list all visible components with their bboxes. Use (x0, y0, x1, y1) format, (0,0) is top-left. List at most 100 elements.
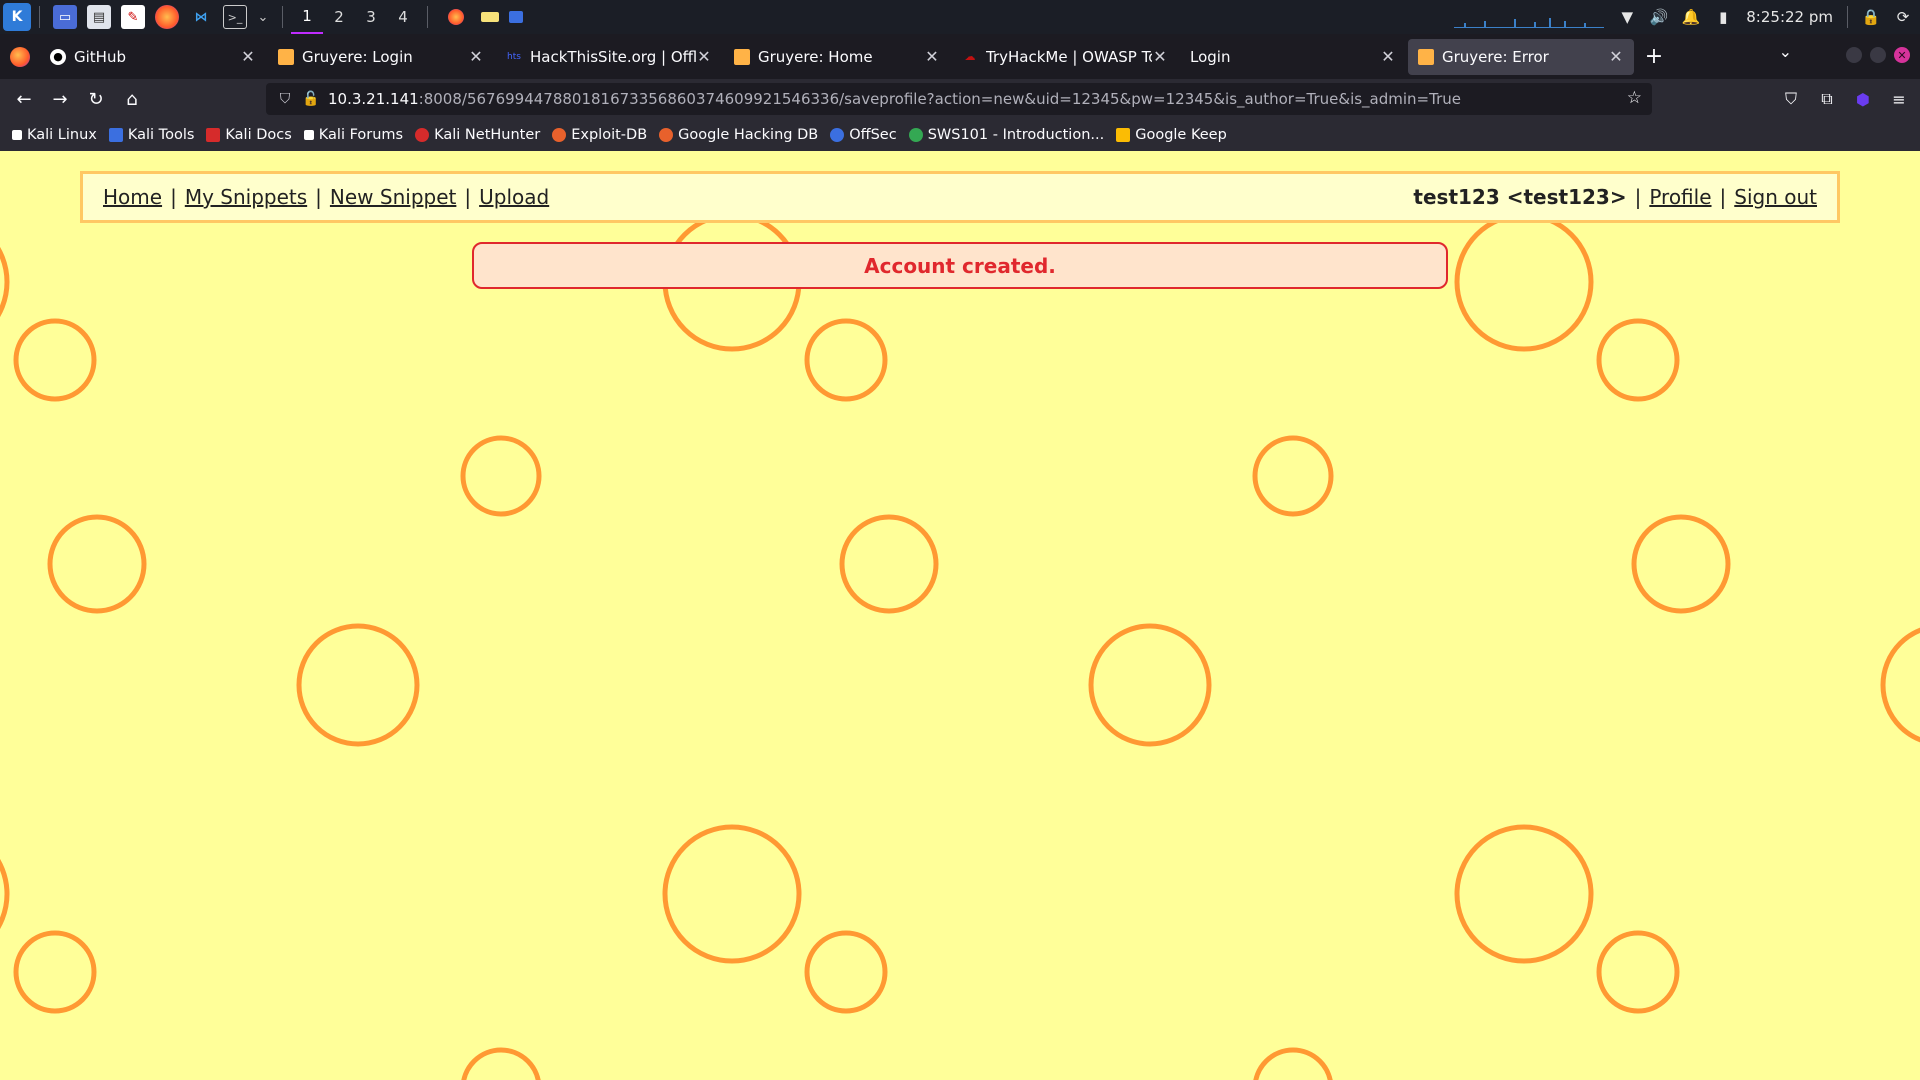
url-host: 10.3.21.141 (328, 90, 419, 108)
workspace-4[interactable]: 4 (387, 0, 419, 34)
tab-title: Gruyere: Login (302, 47, 413, 66)
power-icon[interactable]: ⟳ (1894, 8, 1912, 26)
my-snippets-link[interactable]: My Snippets (185, 185, 307, 209)
home-icon[interactable]: ⌂ (114, 83, 150, 115)
extensions-icon[interactable]: ⧉ (1816, 83, 1838, 115)
os-top-panel: K ▭ ▤ ✎ ⋈ >_ ⌄ 1 2 3 4 ▼ 🔊 🔔 ▮ 8:25:22 p… (0, 0, 1920, 34)
workspace-1[interactable]: 1 (291, 0, 323, 34)
upload-link[interactable]: Upload (479, 185, 549, 209)
menu-separator: | (464, 185, 472, 209)
pocket-icon[interactable]: ⛉ (1780, 83, 1802, 115)
menu-separator: | (170, 185, 177, 209)
bookmark-label: Kali Linux (27, 127, 97, 143)
tab-gruyere-login[interactable]: Gruyere: Login ✕ (268, 39, 494, 75)
extension-hex-icon[interactable]: ⬢ (1852, 83, 1874, 115)
kali-docs-icon (206, 128, 221, 142)
kali-forums-icon (303, 130, 314, 140)
new-snippet-link[interactable]: New Snippet (330, 185, 456, 209)
forward-arrow-icon[interactable]: → (42, 83, 78, 115)
file-manager-icon[interactable]: ▤ (87, 5, 111, 29)
url-bar[interactable]: ⛉ 🔓 10.3.21.141:8008/5676994478801816733… (266, 83, 1652, 115)
menu-separator: | (1719, 185, 1727, 209)
profile-link[interactable]: Profile (1649, 185, 1711, 209)
close-icon[interactable]: ✕ (1152, 47, 1168, 66)
terminal-window-icon[interactable]: ▭ (53, 5, 77, 29)
close-icon[interactable]: ✕ (240, 47, 256, 66)
window-close-icon[interactable]: ✕ (1894, 47, 1910, 63)
close-icon[interactable]: ✕ (924, 47, 940, 66)
sign-out-link[interactable]: Sign out (1734, 185, 1817, 209)
shield-icon[interactable]: ⛉ (276, 91, 294, 107)
exploit-db-icon (552, 128, 567, 142)
bookmark-label: Kali NetHunter (434, 127, 541, 143)
terminal-icon[interactable]: >_ (223, 5, 247, 29)
bookmark-kali-nethunter[interactable]: Kali NetHunter (415, 127, 540, 143)
bookmark-sws101[interactable]: SWS101 - Introduction... (908, 127, 1104, 143)
tryhackme-icon: ☁ (964, 50, 976, 63)
tab-hackthissite[interactable]: hts HackThisSite.org | Offline ✕ (496, 39, 722, 75)
bookmark-exploit-db[interactable]: Exploit-DB (552, 127, 647, 143)
list-all-tabs-icon[interactable]: ⌄ (1779, 42, 1792, 61)
tab-gruyere-error[interactable]: Gruyere: Error ✕ (1408, 38, 1634, 75)
chevron-down-icon[interactable]: ⌄ (257, 5, 269, 29)
maximize-icon[interactable] (1870, 47, 1886, 63)
browser-tab-strip: ● GitHub ✕ Gruyere: Login ✕ hts HackThis… (0, 34, 1920, 79)
hamburger-menu-icon[interactable]: ≡ (1888, 83, 1910, 115)
bookmark-kali-docs[interactable]: Kali Docs (206, 127, 292, 143)
battery-icon[interactable]: ▮ (1714, 8, 1732, 26)
github-icon: ● (50, 48, 66, 65)
ghdb-icon (659, 128, 674, 142)
lock-icon[interactable]: 🔓 (302, 91, 320, 107)
tab-title: HackThisSite.org | Offline (530, 47, 696, 66)
bookmark-star-icon[interactable]: ☆ (1627, 88, 1642, 108)
minimize-icon[interactable] (1846, 47, 1862, 63)
app-window-icon[interactable] (509, 11, 523, 23)
wifi-icon[interactable]: ▼ (1618, 8, 1636, 26)
bookmark-label: Google Keep (1135, 127, 1227, 143)
vscode-icon[interactable]: ⋈ (189, 5, 213, 29)
bookmark-google-keep[interactable]: Google Keep (1116, 127, 1227, 143)
close-icon[interactable]: ✕ (468, 47, 484, 66)
tab-github[interactable]: ● GitHub ✕ (40, 39, 266, 75)
bookmark-google-hacking-db[interactable]: Google Hacking DB (659, 127, 818, 143)
tab-title: Gruyere: Error (1442, 47, 1549, 66)
lock-icon[interactable]: 🔒 (1862, 8, 1881, 26)
tab-login[interactable]: Login ✕ (1180, 39, 1406, 75)
bookmark-offsec[interactable]: OffSec (830, 127, 897, 143)
notes-window-icon[interactable] (481, 12, 499, 22)
panel-separator (427, 6, 428, 28)
bookmark-kali-forums[interactable]: Kali Forums (303, 127, 403, 143)
bookmark-kali-linux[interactable]: Kali Linux (12, 127, 97, 143)
menu-separator: | (1634, 185, 1642, 209)
firefox-window-icon[interactable] (448, 9, 464, 25)
home-link[interactable]: Home (103, 185, 162, 209)
sws101-icon (908, 128, 923, 142)
kali-menu-icon[interactable]: K (3, 3, 31, 31)
panel-separator (1847, 6, 1848, 28)
bell-icon[interactable]: 🔔 (1682, 8, 1701, 26)
offsec-icon (830, 128, 845, 142)
volume-icon[interactable]: 🔊 (1650, 8, 1669, 26)
clock[interactable]: 8:25:22 pm (1746, 8, 1833, 26)
firefox-icon[interactable] (155, 5, 179, 29)
cheese-holes-background (0, 212, 1920, 1080)
tab-tryhackme[interactable]: ☁ TryHackMe | OWASP Top ✕ (952, 39, 1178, 75)
gruyere-icon (278, 48, 294, 65)
back-arrow-icon[interactable]: ← (6, 83, 42, 115)
close-icon[interactable]: ✕ (696, 47, 712, 66)
bookmark-label: OffSec (849, 127, 897, 143)
gruyere-menubar: Home | My Snippets | New Snippet | Upload test… (80, 171, 1840, 223)
workspace-2[interactable]: 2 (323, 0, 355, 34)
close-icon[interactable]: ✕ (1608, 47, 1624, 66)
gruyere-page: Home | My Snippets | New Snippet | Upload test… (0, 151, 1920, 1080)
navigation-toolbar: ← → ↻ ⌂ ⛉ 🔓 10.3.21.141:8008/56769944788… (0, 79, 1920, 119)
new-tab-button[interactable]: + (1636, 39, 1672, 75)
reload-icon[interactable]: ↻ (78, 83, 114, 115)
kali-tools-icon (108, 128, 123, 142)
tab-gruyere-home[interactable]: Gruyere: Home ✕ (724, 39, 950, 75)
text-editor-icon[interactable]: ✎ (121, 5, 145, 29)
close-icon[interactable]: ✕ (1380, 47, 1396, 66)
url-path: :8008/5676994478801816733568603746099215… (418, 90, 1461, 108)
workspace-3[interactable]: 3 (355, 0, 387, 34)
bookmark-kali-tools[interactable]: Kali Tools (108, 127, 194, 143)
